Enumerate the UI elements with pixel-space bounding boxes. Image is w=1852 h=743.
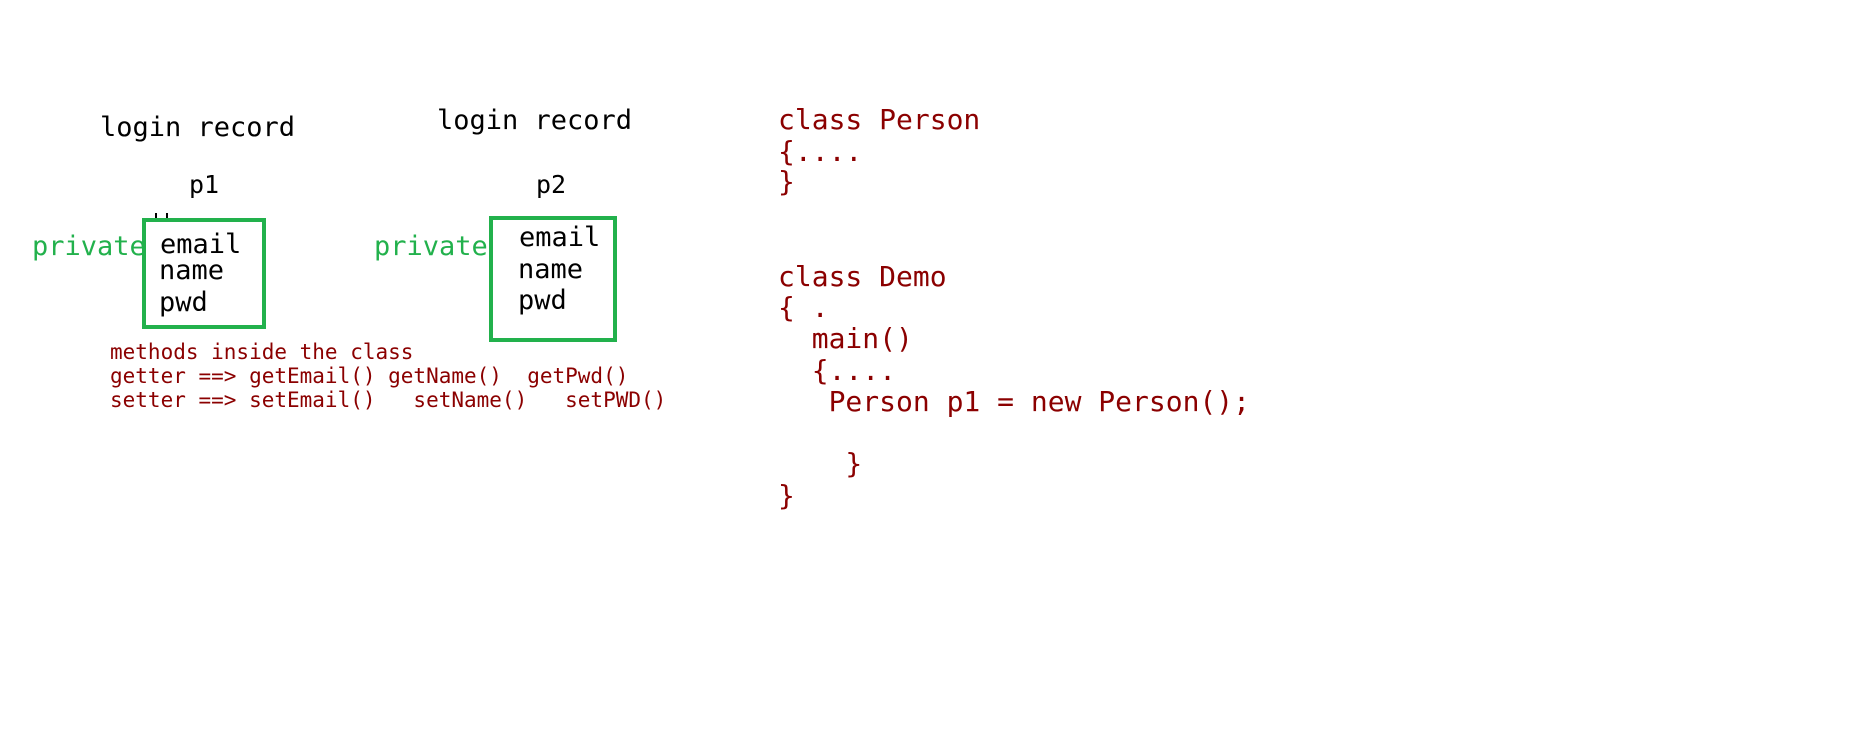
code-line: }: [778, 479, 795, 512]
code-line: }: [778, 447, 863, 480]
code-line: }: [778, 165, 795, 198]
code-line: { .: [778, 291, 829, 324]
record1-field-name: name: [159, 255, 225, 286]
record1-field-pwd: pwd: [159, 287, 208, 318]
code-line: {....: [778, 135, 863, 168]
code-line: class Person: [778, 103, 981, 136]
getter-methods: getter ==> getEmail() getName() getPwd(): [110, 364, 629, 388]
code-line: {....: [778, 354, 897, 387]
code-line: class Demo: [778, 260, 947, 293]
record2-field-email: email: [519, 222, 601, 253]
setter-methods: setter ==> setEmail() setName() setPWD(): [110, 388, 667, 412]
record2-field-name: name: [518, 254, 584, 285]
record1-field-email: email: [160, 229, 242, 260]
code-line: Person p1 = new Person();: [778, 385, 1251, 418]
record2-object-name: p2: [536, 170, 567, 199]
record2-title: login record: [437, 105, 633, 136]
record1-title: login record: [100, 112, 296, 143]
record1-access-modifier: private: [32, 231, 146, 262]
methods-heading: methods inside the class: [110, 340, 414, 364]
record2-access-modifier: private: [374, 231, 488, 262]
record1-object-name: p1: [189, 170, 220, 199]
record2-field-pwd: pwd: [518, 285, 567, 316]
code-line: main(): [778, 322, 913, 355]
